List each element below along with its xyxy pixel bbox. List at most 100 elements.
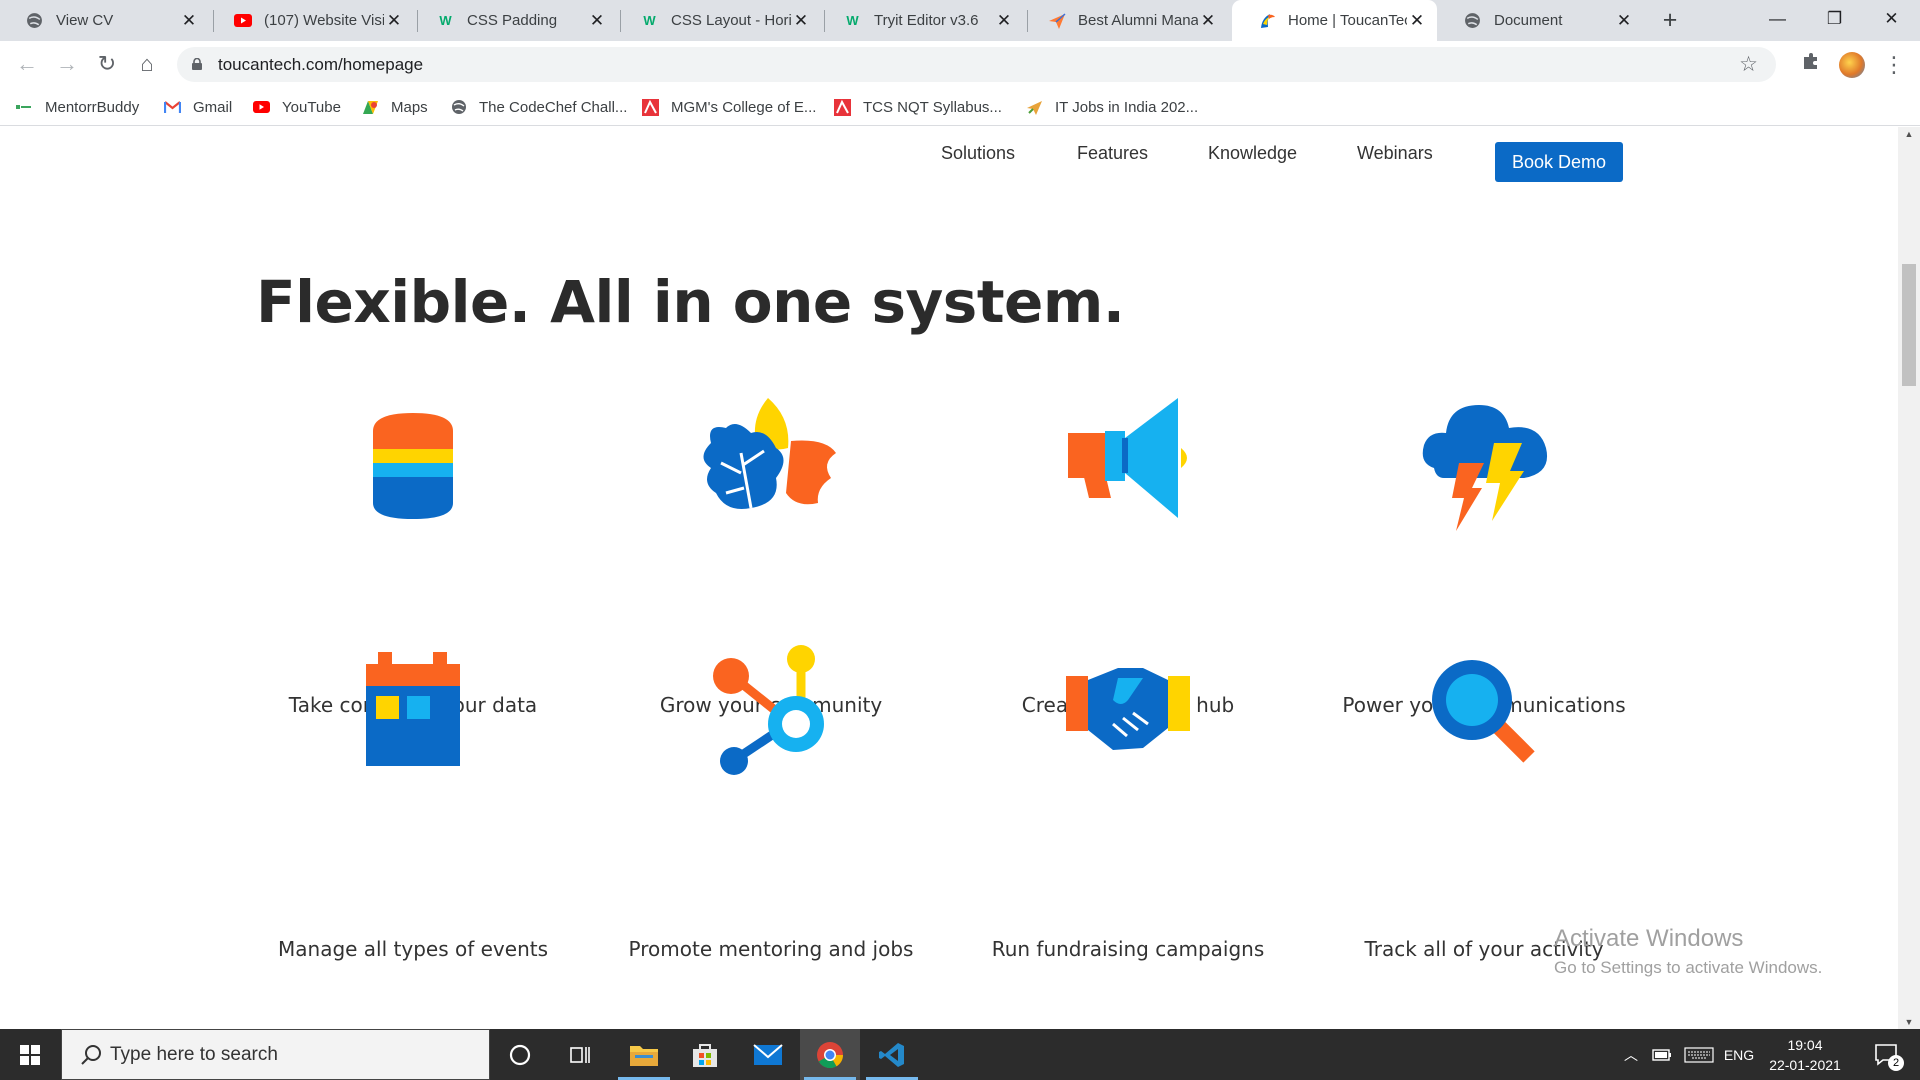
tcs-icon [834, 98, 851, 116]
taskbar-chrome[interactable] [800, 1029, 860, 1080]
tab-view-cv[interactable]: View CV ✕ [0, 0, 209, 41]
bookmark-label: TCS NQT Syllabus... [863, 98, 1002, 116]
bookmark-mentorrbuddy[interactable]: MentorrBuddy [16, 88, 139, 126]
tab-tryit-editor[interactable]: W Tryit Editor v3.6 ✕ [818, 0, 1024, 41]
globe-icon [25, 11, 44, 30]
cortana-button[interactable] [490, 1029, 550, 1080]
feature-community[interactable]: Grow your community [593, 393, 949, 717]
search-icon [81, 1045, 101, 1065]
language-indicator[interactable]: ENG [1720, 1029, 1758, 1080]
tab-toucantech[interactable]: Home | ToucanTec ✕ [1232, 0, 1437, 41]
youtube-icon [253, 99, 270, 116]
taskbar-store[interactable] [675, 1029, 735, 1080]
bookmark-mgm[interactable]: MGM's College of E... [642, 88, 816, 126]
close-tab-icon[interactable]: ✕ [791, 11, 811, 31]
nav-knowledge[interactable]: Knowledge [1208, 143, 1297, 164]
watermark-subtitle: Go to Settings to activate Windows. [1554, 958, 1823, 977]
bookmark-gmail[interactable]: Gmail [164, 88, 232, 126]
windows-taskbar: Type here to search ︿ ENG 19:04 22-01-20… [0, 1029, 1920, 1080]
feature-events[interactable]: Manage all types of events [235, 649, 591, 961]
page-headline: Flexible. All in one system. [256, 268, 1125, 336]
bookmark-codechef[interactable]: The CodeChef Chall... [450, 88, 627, 126]
feature-mentoring[interactable]: Promote mentoring and jobs [593, 644, 949, 961]
taskbar-mail[interactable] [738, 1029, 798, 1080]
tab-title: Tryit Editor v3.6 [874, 12, 979, 29]
feature-communications[interactable]: Power your communications [1306, 393, 1662, 717]
task-view-icon [570, 1046, 590, 1063]
close-tab-icon[interactable]: ✕ [1198, 11, 1218, 31]
restore-button[interactable]: ❐ [1806, 0, 1863, 41]
tab-css-layout[interactable]: W CSS Layout - Horiz ✕ [615, 0, 821, 41]
taskbar-clock[interactable]: 19:04 22-01-2021 [1760, 1035, 1850, 1075]
minimize-button[interactable]: — [1749, 0, 1806, 41]
scroll-down-arrow[interactable]: ▼ [1898, 1017, 1920, 1027]
close-window-button[interactable]: ✕ [1863, 0, 1920, 41]
battery-icon[interactable] [1648, 1029, 1676, 1080]
close-tab-icon[interactable]: ✕ [179, 11, 199, 31]
w3schools-icon: W [846, 13, 859, 28]
extensions-puzzle-icon[interactable] [1797, 51, 1825, 79]
feature-label: Manage all types of events [278, 937, 548, 961]
reload-button[interactable]: ↻ [90, 47, 124, 81]
storm-cloud-icon [1422, 405, 1548, 531]
nav-features[interactable]: Features [1077, 143, 1148, 164]
close-tab-icon[interactable]: ✕ [384, 11, 404, 31]
feature-activity[interactable]: Track all of your activity [1306, 652, 1662, 961]
book-demo-button[interactable]: Book Demo [1495, 142, 1623, 182]
close-tab-icon[interactable]: ✕ [587, 11, 607, 31]
keyboard-icon[interactable] [1682, 1029, 1716, 1080]
tab-css-padding[interactable]: W CSS Padding ✕ [411, 0, 617, 41]
scrollbar-thumb[interactable] [1902, 264, 1916, 386]
profile-avatar[interactable] [1839, 52, 1865, 78]
tab-document[interactable]: Document ✕ [1438, 0, 1644, 41]
activate-windows-watermark: Activate Windows Go to Settings to activ… [1554, 925, 1822, 978]
tab-youtube[interactable]: (107) Website Visit ✕ [208, 0, 414, 41]
youtube-icon [233, 11, 252, 30]
scroll-up-arrow[interactable]: ▲ [1898, 129, 1920, 139]
bookmark-it-jobs[interactable]: IT Jobs in India 202... [1026, 88, 1198, 126]
forward-button[interactable]: → [50, 47, 84, 81]
bookmark-maps[interactable]: Maps [362, 88, 428, 126]
tab-title: Document [1494, 12, 1563, 29]
address-bar[interactable]: toucantech.com/homepage ☆ [177, 47, 1776, 82]
tab-title: View CV [56, 12, 114, 29]
nav-solutions[interactable]: Solutions [941, 143, 1015, 164]
bookmark-label: IT Jobs in India 202... [1055, 98, 1199, 116]
w3schools-icon: W [439, 13, 452, 28]
close-tab-icon[interactable]: ✕ [994, 11, 1014, 31]
mentorrbuddy-icon [16, 99, 33, 116]
close-tab-icon[interactable]: ✕ [1407, 11, 1427, 31]
close-tab-icon[interactable]: ✕ [1614, 11, 1634, 31]
bookmark-youtube[interactable]: YouTube [253, 88, 341, 126]
lock-icon[interactable] [192, 58, 202, 70]
more-menu-icon[interactable]: ⋮ [1880, 51, 1908, 79]
taskbar-search[interactable]: Type here to search [61, 1029, 490, 1080]
globe-icon [450, 99, 467, 116]
bookmark-tcs[interactable]: TCS NQT Syllabus... [834, 88, 1002, 126]
tab-alumni[interactable]: Best Alumni Mana ✕ [1022, 0, 1228, 41]
start-button[interactable] [0, 1029, 60, 1080]
page-scrollbar[interactable]: ▲ ▼ [1898, 127, 1920, 1029]
bookmark-star-icon[interactable]: ☆ [1739, 52, 1758, 77]
task-view-button[interactable] [550, 1029, 610, 1080]
notification-center-button[interactable]: 2 [1866, 1029, 1908, 1080]
vscode-icon [879, 1042, 904, 1067]
bookmark-label: Maps [391, 98, 428, 116]
gmail-icon [164, 99, 181, 116]
taskbar-vscode[interactable] [862, 1029, 922, 1080]
feature-fundraising[interactable]: Run fundraising campaigns [950, 658, 1306, 961]
tray-overflow-chevron-icon[interactable]: ︿ [1620, 1029, 1642, 1080]
bookmark-label: MGM's College of E... [671, 98, 817, 116]
handshake-icon [1066, 668, 1190, 750]
page-viewport: Solutions Features Knowledge Webinars Bo… [0, 127, 1898, 1029]
feature-data[interactable]: Take control of your data [235, 393, 591, 717]
cortana-circle-icon [509, 1044, 531, 1065]
nav-webinars[interactable]: Webinars [1357, 143, 1433, 164]
feature-content-hub[interactable]: Create a content hub [950, 393, 1306, 717]
taskbar-file-explorer[interactable] [614, 1029, 674, 1080]
new-tab-button[interactable]: + [1655, 6, 1685, 36]
globe-icon [1463, 11, 1482, 30]
home-button[interactable]: ⌂ [130, 47, 164, 81]
back-button[interactable]: ← [10, 47, 44, 81]
paper-plane-icon [1047, 11, 1066, 30]
